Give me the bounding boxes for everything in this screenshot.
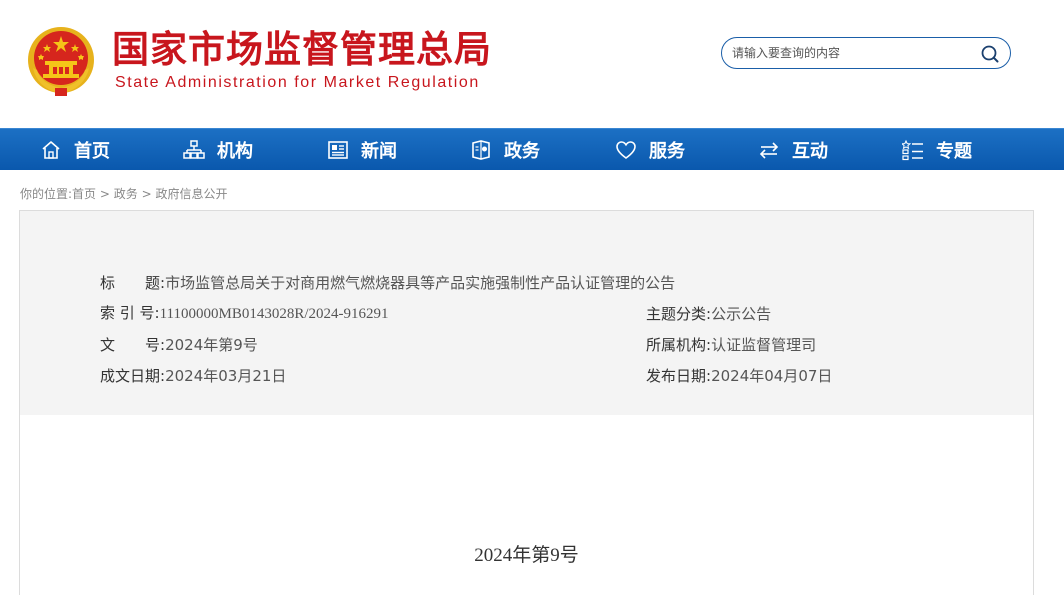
search-icon[interactable] xyxy=(980,44,1000,64)
metadata-published-date-row: 发布日期:2024年04月07日 xyxy=(646,366,832,386)
category-label: 主题分类: xyxy=(646,305,712,323)
breadcrumb: 你的位置:首页 > 政务 > 政府信息公开 xyxy=(20,185,227,202)
government-icon xyxy=(472,140,490,160)
nav-label: 新闻 xyxy=(361,141,397,162)
topic-list-icon xyxy=(902,139,923,161)
main-nav: 首页 机构 新闻 政务 服务 互动 专题 xyxy=(0,128,1064,170)
published-date-label: 发布日期: xyxy=(646,367,712,385)
nav-label: 政务 xyxy=(504,141,540,162)
category-value: 公示公告 xyxy=(711,305,772,323)
agency-value: 认证监督管理司 xyxy=(711,336,817,354)
index-value: 11100000MB0143028R/2024-916291 xyxy=(159,306,389,322)
org-chart-icon xyxy=(183,140,205,159)
nav-label: 互动 xyxy=(792,141,828,162)
title-value: 市场监管总局关于对商用燃气燃烧器具等产品实施强制性产品认证管理的公告 xyxy=(165,274,676,292)
nav-item-home[interactable]: 首页 xyxy=(40,129,110,171)
document-number: 2024年第9号 xyxy=(474,545,579,566)
metadata-title-row: 标 题:市场监管总局关于对商用燃气燃烧器具等产品实施强制性产品认证管理的公告 xyxy=(100,273,675,293)
nav-item-government-affairs[interactable]: 政务 xyxy=(470,129,540,171)
breadcrumb-link-government[interactable]: 政务 xyxy=(114,187,138,201)
newspaper-icon xyxy=(328,141,348,159)
nav-item-news[interactable]: 新闻 xyxy=(327,129,397,171)
written-date-value: 2024年03月21日 xyxy=(165,367,287,385)
metadata-written-date-row: 成文日期:2024年03月21日 xyxy=(100,366,286,386)
index-label: 索 引 号: xyxy=(100,304,160,322)
agency-label: 所属机构: xyxy=(646,336,712,354)
nav-item-organization[interactable]: 机构 xyxy=(183,129,253,171)
site-title-en[interactable]: State Administration for Market Regulati… xyxy=(115,74,480,92)
metadata-category-row: 主题分类:公示公告 xyxy=(646,304,771,324)
document-metadata-panel: 标 题:市场监管总局关于对商用燃气燃烧器具等产品实施强制性产品认证管理的公告 索… xyxy=(19,210,1034,416)
site-title-cn[interactable]: 国家市场监督管理总局 xyxy=(112,28,492,72)
nav-label: 服务 xyxy=(649,141,685,162)
exchange-icon xyxy=(759,142,779,159)
site-header: 国家市场监督管理总局 State Administration for Mark… xyxy=(0,0,1064,128)
home-icon xyxy=(42,141,60,159)
breadcrumb-separator: > xyxy=(137,187,156,201)
nav-label: 首页 xyxy=(74,141,110,162)
nav-item-interaction[interactable]: 互动 xyxy=(758,129,828,171)
metadata-agency-row: 所属机构:认证监督管理司 xyxy=(646,335,816,355)
title-label: 标 题: xyxy=(100,274,166,292)
docno-value: 2024年第9号 xyxy=(165,336,258,354)
breadcrumb-link-home[interactable]: 首页 xyxy=(72,187,96,201)
metadata-docno-row: 文 号:2024年第9号 xyxy=(100,335,258,355)
breadcrumb-separator: > xyxy=(96,187,114,201)
nav-item-topics[interactable]: 专题 xyxy=(902,129,972,171)
national-emblem-icon[interactable] xyxy=(25,24,97,98)
nav-label: 机构 xyxy=(217,141,253,162)
written-date-label: 成文日期: xyxy=(100,367,166,385)
article-content: 2024年第9号 xyxy=(19,415,1034,595)
heart-icon xyxy=(616,141,636,159)
breadcrumb-link-info-disclosure[interactable]: 政府信息公开 xyxy=(155,187,227,201)
search-box xyxy=(721,37,1011,69)
search-input[interactable] xyxy=(732,44,972,62)
docno-label: 文 号: xyxy=(100,336,166,354)
nav-item-services[interactable]: 服务 xyxy=(615,129,685,171)
nav-label: 专题 xyxy=(936,141,972,162)
breadcrumb-prefix: 你的位置: xyxy=(20,187,73,201)
metadata-index-row: 索 引 号:11100000MB0143028R/2024-916291 xyxy=(100,303,389,324)
published-date-value: 2024年04月07日 xyxy=(711,367,833,385)
